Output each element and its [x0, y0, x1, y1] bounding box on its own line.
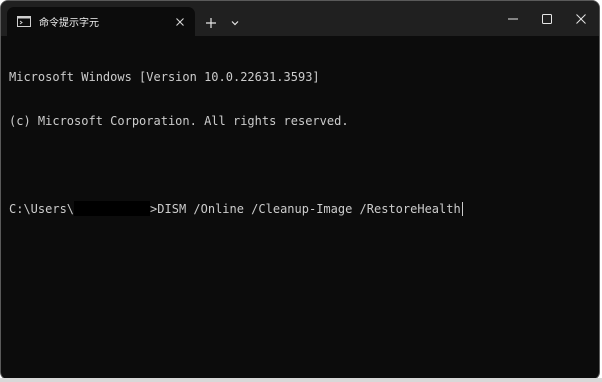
- tab-title: 命令提示字元: [39, 18, 99, 29]
- maximize-icon: [542, 13, 552, 24]
- terminal-window: 命令提示字元 Microsoft Windows [Version 10.0.2…: [0, 0, 600, 380]
- new-tab-button[interactable]: [201, 13, 221, 33]
- minimize-button[interactable]: [496, 1, 530, 36]
- close-icon: [576, 13, 586, 24]
- terminal-icon: [17, 16, 31, 27]
- close-icon[interactable]: [171, 13, 189, 31]
- close-window-button[interactable]: [564, 1, 598, 36]
- title-bar[interactable]: 命令提示字元: [1, 1, 599, 36]
- prompt-line[interactable]: C:\Users\ >DISM /Online /Cleanup-Image /R…: [9, 200, 599, 216]
- minimize-icon: [508, 18, 518, 19]
- text-cursor: [461, 201, 463, 216]
- terminal-line-copyright: (c) Microsoft Corporation. All rights re…: [9, 113, 349, 128]
- chevron-down-icon: [231, 21, 239, 26]
- terminal-line-version: Microsoft Windows [Version 10.0.22631.35…: [9, 70, 320, 84]
- tab-dropdown-button[interactable]: [225, 13, 245, 33]
- plus-icon: [206, 18, 216, 28]
- tab-command-prompt[interactable]: 命令提示字元: [7, 7, 195, 36]
- prompt-prefix: C:\Users\: [9, 201, 75, 216]
- redacted-username: [74, 200, 151, 216]
- command-input[interactable]: DISM /Online /Cleanup-Image /RestoreHeal…: [157, 202, 460, 216]
- desktop-edge: [0, 378, 602, 382]
- terminal-output[interactable]: Microsoft Windows [Version 10.0.22631.35…: [1, 36, 599, 379]
- maximize-button[interactable]: [530, 1, 564, 36]
